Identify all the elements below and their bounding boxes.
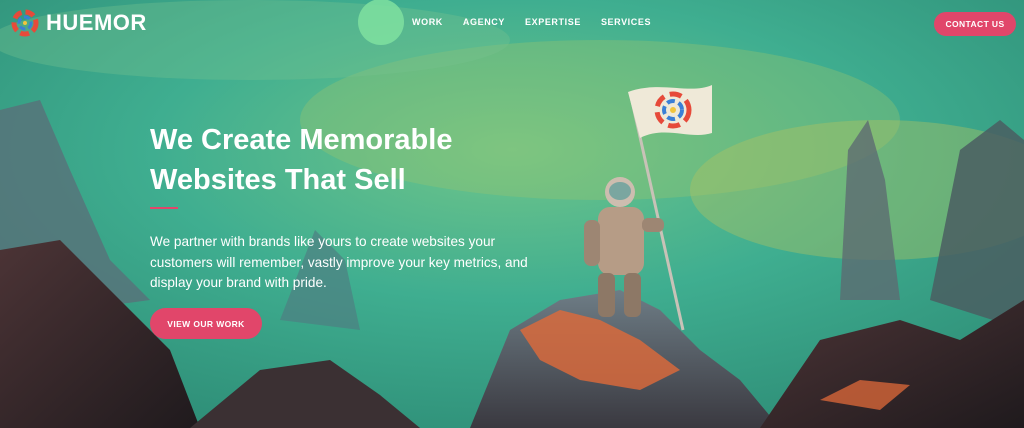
brand-name: HUEMOR [46, 10, 147, 35]
nav-item-work[interactable]: WORK [412, 17, 443, 27]
hero-background [0, 0, 1024, 428]
hero-description: We partner with brands like yours to cre… [150, 234, 528, 290]
top-navigation: HUEMOR WORK AGENCY EXPERTISE SERVICES CO… [0, 0, 1024, 50]
hero-title: We Create Memorable Websites That Sell [150, 124, 453, 196]
nav-item-agency[interactable]: AGENCY [463, 17, 505, 27]
huemor-logo-icon [11, 9, 39, 37]
space-landscape-illustration [0, 0, 1024, 428]
title-divider [150, 207, 178, 209]
view-our-work-button[interactable]: VIEW OUR WORK [150, 308, 262, 339]
brand-logo[interactable]: HUEMOR [10, 8, 147, 38]
main-nav: WORK AGENCY EXPERTISE SERVICES [412, 17, 651, 27]
nav-item-expertise[interactable]: EXPERTISE [525, 17, 581, 27]
nav-item-services[interactable]: SERVICES [601, 17, 651, 27]
contact-us-button[interactable]: CONTACT US [934, 12, 1016, 36]
